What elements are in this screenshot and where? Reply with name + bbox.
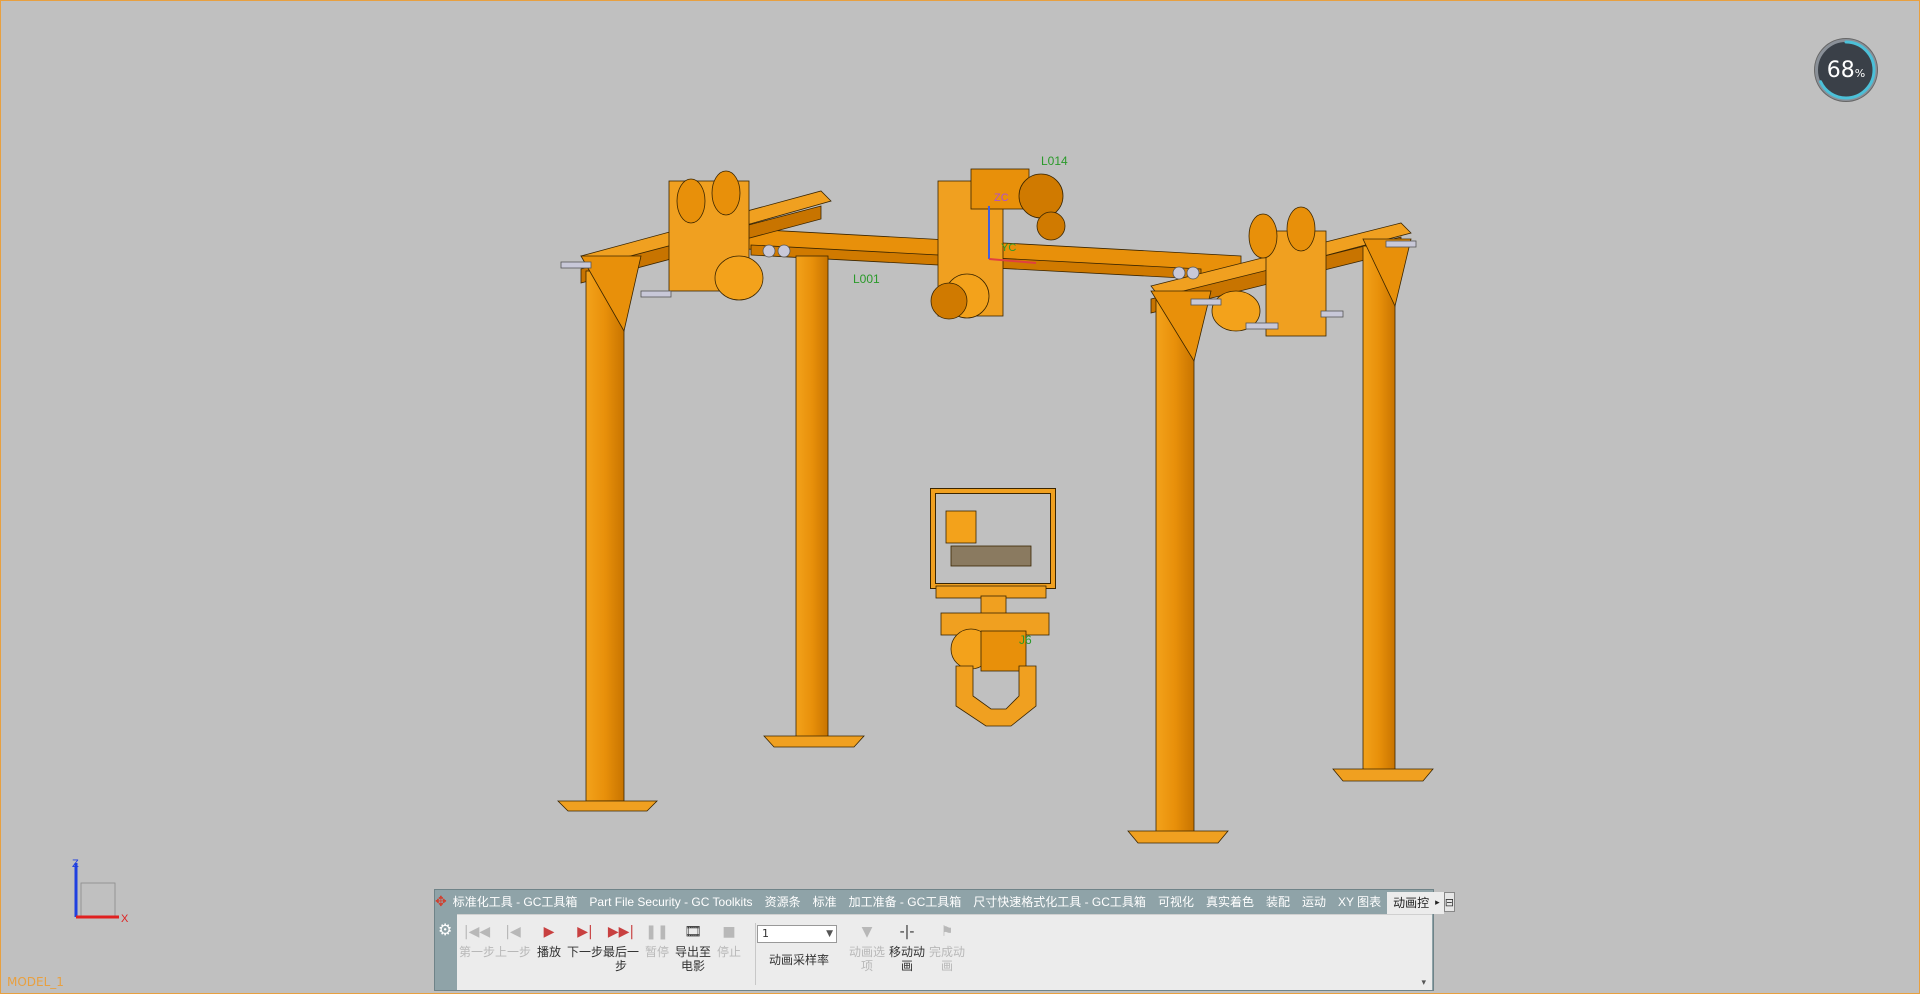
hook xyxy=(955,665,1037,727)
tool-label: 最后一步 xyxy=(603,945,640,973)
gear-icon[interactable]: ⚙ xyxy=(438,920,452,939)
next-step-icon: ▶| xyxy=(577,924,593,940)
tab-6[interactable]: 可视化 xyxy=(1152,890,1200,914)
tool-label: 停止 xyxy=(716,945,741,959)
animation-ribbon: ✥ 标准化工具 - GC工具箱 Part File Security - GC T… xyxy=(434,889,1455,991)
sample-rate-select[interactable]: 1 ▼ xyxy=(757,925,837,943)
sample-rate-label: 动画采样率 xyxy=(768,953,829,967)
last-step-icon: ▶▶| xyxy=(607,924,635,940)
pause-button[interactable]: ❚❚ 暂停 xyxy=(639,921,675,959)
model-scene[interactable]: L014 L001 ZC YC J6 Z X xyxy=(1,1,1920,994)
tab-9[interactable]: 运动 xyxy=(1296,890,1332,914)
view-triad[interactable]: Z X xyxy=(72,858,129,925)
tool-label: 第一步 xyxy=(459,945,496,959)
tab-0[interactable]: 标准化工具 - GC工具箱 xyxy=(447,890,584,914)
tab-1[interactable]: Part File Security - GC Toolkits xyxy=(583,890,758,914)
svg-text:Z: Z xyxy=(72,858,79,870)
finish-animation-button[interactable]: ⚑ 完成动画 xyxy=(929,921,965,973)
export-movie-button[interactable]: 🎞 导出至电影 xyxy=(675,921,711,973)
move-animation-icon: -|- xyxy=(899,924,915,940)
tab-3[interactable]: 标准 xyxy=(807,890,843,914)
tab-11[interactable]: 动画控 xyxy=(1387,892,1436,914)
tool-label: 暂停 xyxy=(644,945,669,959)
move-animation-button[interactable]: -|- 移动动画 xyxy=(889,921,925,973)
leg-back-right xyxy=(1362,245,1396,777)
leg-back-left xyxy=(795,255,829,742)
leg-front-left xyxy=(585,270,625,802)
tab-10[interactable]: XY 图表 xyxy=(1332,890,1387,914)
sample-rate-value: 1 xyxy=(762,927,769,940)
tab-7[interactable]: 真实着色 xyxy=(1200,890,1260,914)
tool-label: 导出至电影 xyxy=(675,945,712,973)
tab-overflow-icon[interactable]: ▸ xyxy=(1435,892,1444,914)
tool-label: 上一步 xyxy=(495,945,532,959)
stop-icon: ■ xyxy=(722,924,736,940)
tool-label: 下一步 xyxy=(567,945,604,959)
stop-button[interactable]: ■ 停止 xyxy=(711,921,747,959)
performance-unit: % xyxy=(1854,66,1866,80)
next-step-button[interactable]: ▶| 下一步 xyxy=(567,921,603,959)
ribbon-expand-icon[interactable]: ▾ xyxy=(1421,978,1426,988)
tab-4[interactable]: 加工准备 - GC工具箱 xyxy=(843,890,968,914)
pause-icon: ❚❚ xyxy=(645,924,669,940)
animation-options-button[interactable]: ▼ 动画选项 xyxy=(849,921,885,973)
annotation-j6: J6 xyxy=(1019,633,1032,647)
leg-front-right xyxy=(1155,295,1195,837)
tab-8[interactable]: 装配 xyxy=(1260,890,1296,914)
performance-gauge: 68 % xyxy=(1815,39,1877,101)
play-icon: ▶ xyxy=(543,924,555,940)
app-logo-icon[interactable]: ✥ xyxy=(435,890,447,914)
tool-label: 动画选项 xyxy=(849,945,886,973)
tool-label: 移动动画 xyxy=(889,945,926,973)
tool-label: 完成动画 xyxy=(929,945,966,973)
tool-label: 播放 xyxy=(536,945,561,959)
performance-value: 68 xyxy=(1826,57,1855,83)
first-step-button[interactable]: |◀◀ 第一步 xyxy=(459,921,495,959)
play-button[interactable]: ▶ 播放 xyxy=(531,921,567,959)
prev-step-icon: |◀ xyxy=(505,924,521,940)
ribbon-separator xyxy=(755,923,756,985)
svg-text:X: X xyxy=(121,913,129,925)
pin-ribbon-icon[interactable]: ⊟ xyxy=(1443,892,1455,912)
chevron-down-icon: ▼ xyxy=(826,929,833,939)
annotation-yc: YC xyxy=(1001,242,1016,254)
annotation-zc: ZC xyxy=(994,192,1009,204)
tab-5[interactable]: 尺寸快速格式化工具 - GC工具箱 xyxy=(967,890,1152,914)
last-step-button[interactable]: ▶▶| 最后一步 xyxy=(603,921,639,973)
ribbon-tab-strip: ✥ 标准化工具 - GC工具箱 Part File Security - GC T… xyxy=(435,890,1455,914)
annotation-l014: L014 xyxy=(1041,154,1068,168)
export-movie-icon: 🎞 xyxy=(684,924,702,940)
finish-animation-icon: ⚑ xyxy=(940,924,954,940)
first-step-icon: |◀◀ xyxy=(463,924,491,940)
graphics-window[interactable]: L014 L001 ZC YC J6 Z X 68 % MODEL_1 xyxy=(0,0,1920,994)
annotation-l001: L001 xyxy=(853,272,880,286)
ribbon-body: |◀◀ 第一步 |◀ 上一步 ▶ 播放 ▶| 下一步 ▶▶| 最后一步 ❚❚ 暂停 🎞 导出至电影 ■ 停止 … xyxy=(457,914,1432,990)
prev-step-button[interactable]: |◀ 上一步 xyxy=(495,921,531,959)
animation-options-icon: ▼ xyxy=(861,924,873,940)
model-label: MODEL_1 xyxy=(7,975,64,989)
tab-2[interactable]: 资源条 xyxy=(759,890,807,914)
